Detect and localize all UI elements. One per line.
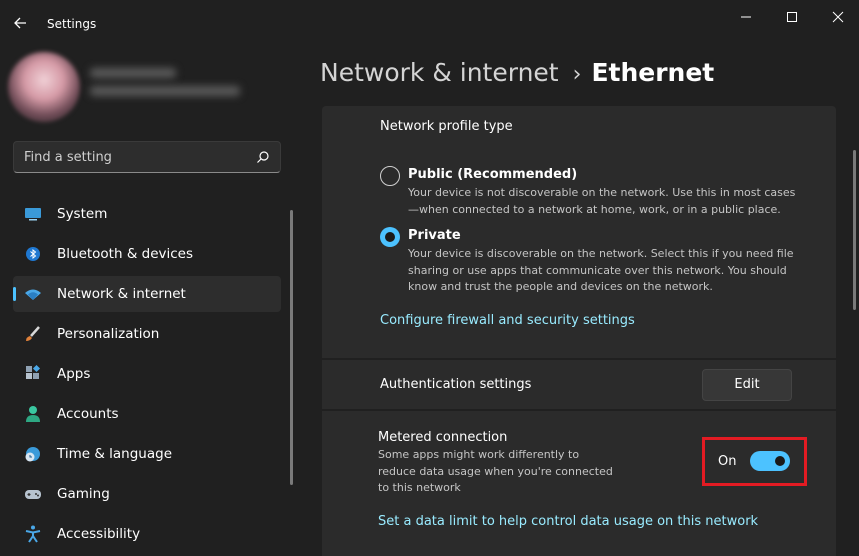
sidebar-item-label: Apps bbox=[57, 366, 91, 382]
wifi-icon bbox=[25, 289, 41, 300]
breadcrumb-separator: › bbox=[572, 62, 582, 87]
private-radio[interactable] bbox=[380, 227, 400, 247]
metered-title: Metered connection bbox=[378, 430, 508, 445]
network-profile-card: Network profile type Public (Recommended… bbox=[322, 106, 836, 358]
globe-clock-icon bbox=[25, 447, 40, 462]
firewall-settings-link[interactable]: Configure firewall and security settings bbox=[380, 313, 635, 328]
close-icon bbox=[832, 11, 844, 23]
monitor-icon bbox=[25, 208, 41, 221]
avatar[interactable] bbox=[8, 52, 80, 122]
sidebar-item-time-language[interactable]: Time & language bbox=[13, 436, 281, 472]
sidebar-item-label: Personalization bbox=[57, 326, 160, 342]
search-box[interactable]: Find a setting bbox=[13, 141, 281, 173]
sidebar-item-label: Accounts bbox=[57, 406, 119, 422]
metered-toggle[interactable] bbox=[750, 451, 790, 471]
page-title: Ethernet bbox=[591, 58, 715, 87]
metered-description: Some apps might work differently to redu… bbox=[378, 448, 613, 494]
toggle-knob bbox=[775, 456, 785, 466]
close-button[interactable] bbox=[823, 8, 853, 26]
sidebar-item-gaming[interactable]: Gaming bbox=[13, 476, 281, 512]
public-option-title: Public (Recommended) bbox=[408, 167, 578, 182]
arrow-left-icon bbox=[14, 17, 26, 29]
minimize-icon bbox=[741, 16, 751, 18]
title-bar: Settings bbox=[0, 0, 859, 48]
metered-connection-card: Metered connection Some apps might work … bbox=[322, 411, 836, 556]
sidebar-item-label: Gaming bbox=[57, 486, 110, 502]
app-title: Settings bbox=[47, 17, 97, 31]
sidebar-item-network[interactable]: Network & internet bbox=[13, 276, 281, 312]
minimize-button[interactable] bbox=[731, 8, 761, 26]
active-indicator bbox=[13, 287, 16, 301]
sidebar-item-accessibility[interactable]: Accessibility bbox=[13, 516, 281, 552]
gamepad-icon bbox=[25, 490, 41, 499]
brush-icon bbox=[26, 326, 40, 341]
breadcrumb: Network & internet › Ethernet bbox=[320, 58, 714, 87]
authentication-card: Authentication settings Edit bbox=[322, 360, 836, 409]
private-option-description: Your device is discoverable on the netwo… bbox=[408, 247, 794, 293]
sidebar-item-label: System bbox=[57, 206, 108, 222]
sidebar-scrollbar[interactable] bbox=[290, 210, 293, 485]
apps-icon bbox=[26, 364, 41, 379]
sidebar-item-accounts[interactable]: Accounts bbox=[13, 396, 281, 432]
search-input[interactable]: Find a setting bbox=[24, 150, 112, 165]
toggle-state-label: On bbox=[718, 454, 737, 469]
bluetooth-icon bbox=[26, 247, 40, 261]
public-option-description: Your device is not discoverable on the n… bbox=[408, 186, 796, 216]
person-icon bbox=[26, 406, 40, 422]
edit-button[interactable]: Edit bbox=[702, 369, 792, 401]
accessibility-icon bbox=[25, 525, 41, 543]
sidebar-item-label: Accessibility bbox=[57, 526, 141, 542]
main-scrollbar[interactable] bbox=[853, 150, 856, 310]
sidebar-item-bluetooth[interactable]: Bluetooth & devices bbox=[13, 236, 281, 272]
sidebar-item-apps[interactable]: Apps bbox=[13, 356, 281, 392]
user-name-blurred bbox=[90, 68, 176, 78]
maximize-button[interactable] bbox=[777, 8, 807, 26]
user-email-blurred bbox=[90, 86, 240, 96]
sidebar-item-label: Time & language bbox=[57, 446, 173, 462]
sidebar-item-label: Bluetooth & devices bbox=[57, 246, 194, 262]
public-radio[interactable] bbox=[380, 166, 400, 186]
sidebar-item-system[interactable]: System bbox=[13, 196, 281, 232]
sidebar-item-label: Network & internet bbox=[57, 286, 186, 302]
maximize-icon bbox=[787, 12, 797, 22]
data-limit-link[interactable]: Set a data limit to help control data us… bbox=[378, 514, 758, 529]
back-button[interactable] bbox=[10, 12, 32, 34]
private-option-title: Private bbox=[408, 228, 461, 243]
search-icon bbox=[257, 151, 269, 163]
sidebar-item-personalization[interactable]: Personalization bbox=[13, 316, 281, 352]
section-title: Network profile type bbox=[380, 119, 513, 134]
authentication-label: Authentication settings bbox=[380, 377, 532, 392]
breadcrumb-parent[interactable]: Network & internet bbox=[320, 58, 559, 87]
